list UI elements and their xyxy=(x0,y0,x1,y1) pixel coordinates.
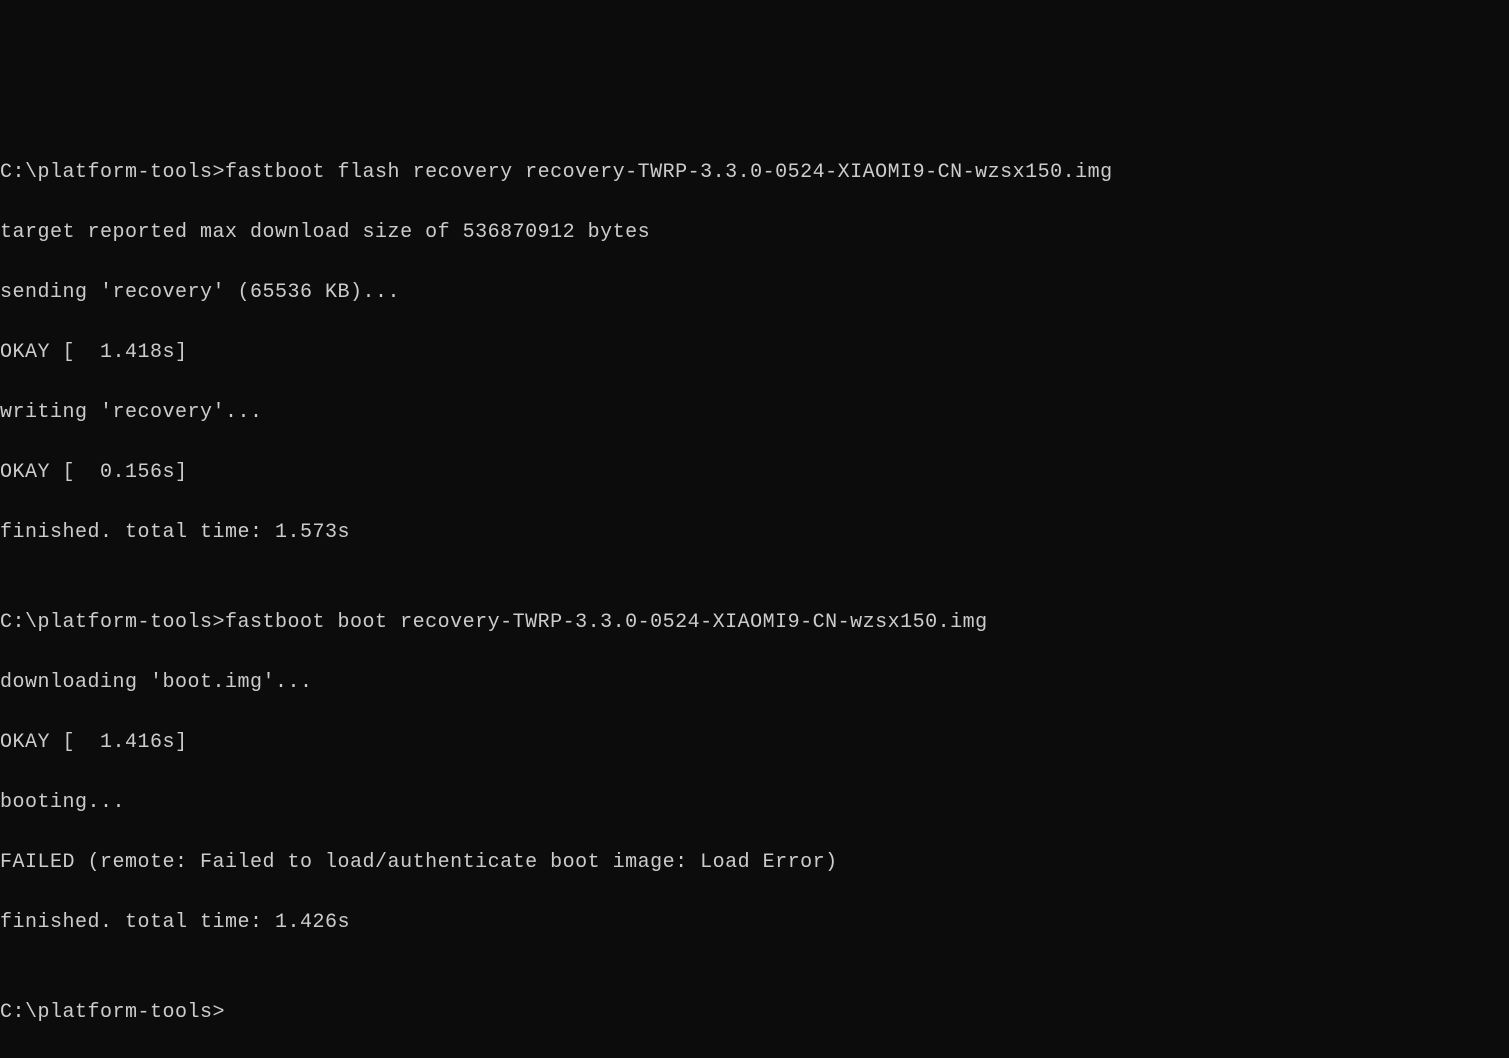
terminal-line: OKAY [ 1.418s] xyxy=(0,338,1509,368)
terminal-line: C:\platform-tools>fastboot boot recovery… xyxy=(0,608,1509,638)
terminal-line: OKAY [ 1.416s] xyxy=(0,728,1509,758)
terminal-line: downloading 'boot.img'... xyxy=(0,668,1509,698)
terminal-window[interactable]: C:\platform-tools>fastboot flash recover… xyxy=(0,128,1509,649)
terminal-line: sending 'recovery' (65536 KB)... xyxy=(0,278,1509,308)
terminal-line: OKAY [ 0.156s] xyxy=(0,458,1509,488)
terminal-line: finished. total time: 1.426s xyxy=(0,908,1509,938)
terminal-line: C:\platform-tools>fastboot flash recover… xyxy=(0,158,1509,188)
terminal-line: target reported max download size of 536… xyxy=(0,218,1509,248)
terminal-line: writing 'recovery'... xyxy=(0,398,1509,428)
terminal-line: FAILED (remote: Failed to load/authentic… xyxy=(0,848,1509,878)
prompt-text: C:\platform-tools> xyxy=(0,1001,225,1024)
terminal-line: booting... xyxy=(0,788,1509,818)
terminal-line: finished. total time: 1.573s xyxy=(0,518,1509,548)
cursor-icon xyxy=(225,1002,237,1024)
terminal-prompt[interactable]: C:\platform-tools> xyxy=(0,998,1509,1028)
